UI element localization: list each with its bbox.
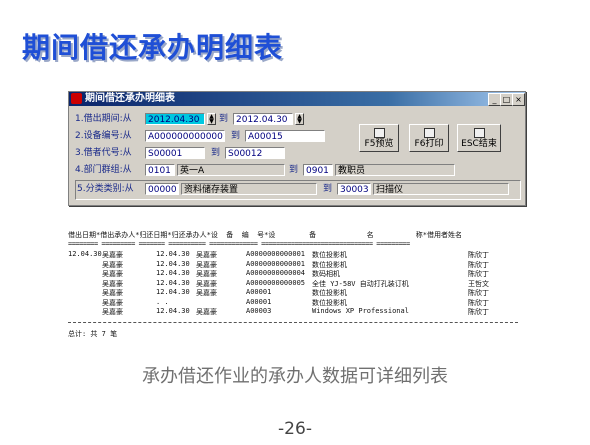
title-bar: 期间借还承办明细表 _ □ × [69,92,525,106]
report-cell-returner: 吴嘉豪 [196,279,217,288]
category-to-name: 扫描仪 [373,183,509,195]
close-button[interactable]: × [512,93,525,106]
table-row: 吴嘉豪 12.04.30 吴嘉豪 A00003 Windows XP Professio… [68,307,524,316]
table-row: 12.04.30 吴嘉豪 12.04.30 吴嘉豪 A0000000000001 数位投影… [68,250,524,259]
report-cell-borrower: 陈欣丁 [468,260,489,269]
report-cell-return-date: 12.04.30 [156,307,190,315]
page-number: -26- [278,419,312,439]
department-to-code-field[interactable]: 0901 [303,164,333,176]
report-cell-returner: 吴嘉豪 [196,308,217,316]
report-cell-device-name: 数位投影机 [312,260,347,269]
report-cell-device-no: A00001 [246,297,272,306]
borrow-date-from-field[interactable]: 2012.04.30 [145,113,205,125]
report-cell-return-date: 12.04.30 [156,288,190,296]
table-row: 吴嘉豪 12.04.30 吴嘉豪 A0000000000001 数位投影机 陈欣丁 [68,260,524,269]
report-cell-lender: 吴嘉豪 [102,260,123,269]
report-cell-device-name: 数位投影机 [312,298,347,307]
report-cell-borrower: 陈欣丁 [468,298,489,307]
report-cell-device-name: Windows XP Professional [312,307,409,315]
report-cell-lender: 吴嘉豪 [102,279,123,288]
printer-icon [423,128,435,138]
department-to-name: 教职员 [335,164,455,176]
report-cell-borrower: 陈欣丁 [468,251,489,259]
print-button-label: F6打印 [414,139,444,149]
borrower-code-to-field[interactable]: S00012 [225,147,285,159]
report-cell-lender: 吴嘉豪 [102,270,123,278]
report-cell-return-date: 12.04.30 [156,250,190,258]
exit-button-label: ESC结束 [461,139,497,149]
category-label: 5.分类类别:从 [77,184,134,194]
report-cell-borrower: 陈欣丁 [468,270,489,278]
window-title: 期间借还承办明细表 [85,93,175,104]
report-cell-return-date: 12.04.30 [156,259,190,268]
exit-icon [473,128,485,138]
report-cell-date: 12.04.30 [68,250,102,258]
borrow-date-to-spinner[interactable]: ▲ ▼ [295,113,304,125]
table-row: 吴嘉豪 12.04.30 吴嘉豪 A0000000000004 数码相机 陈欣丁 [68,269,524,278]
report-cell-device-no: A0000000000004 [246,269,306,277]
exit-button[interactable]: ESC结束 [457,124,501,152]
report-separator: ======== ========= ======= ========== ==… [68,240,410,248]
borrow-date-to-field[interactable]: 2012.04.30 [233,113,293,125]
device-no-to-label: 到 [231,131,241,141]
borrower-code-to-label: 到 [211,148,221,158]
preview-icon [373,128,385,138]
borrower-code-label: 3.借者代号:从 [75,148,132,158]
report-dialog: 期间借还承办明细表 _ □ × 1.借出期间:从 2012.04.30 ▲ ▼ 到… [68,91,526,206]
report-cell-device-no: A0000000000001 [246,259,306,268]
slide-caption: 承办借还作业的承办人数据可详细列表 [142,366,448,387]
report-cell-device-name: 数位投影机 [312,289,347,297]
table-row: 吴嘉豪 12.04.30 吴嘉豪 A00001 数位投影机 陈欣丁 [68,288,524,297]
print-button[interactable]: F6打印 [409,124,449,152]
report-cell-device-name: 数位投影机 [312,251,347,259]
borrow-date-label: 1.借出期间:从 [75,114,132,124]
report-cell-borrower: 陈欣丁 [468,308,489,316]
department-to-label: 到 [289,165,299,175]
borrow-date-to-label: 到 [219,114,229,124]
table-row: 吴嘉豪 . . A00001 数位投影机 陈欣丁 [68,298,524,307]
report-cell-lender: 吴嘉豪 [102,298,123,307]
report-divider [68,322,518,323]
report-cell-returner: 吴嘉豪 [196,289,217,297]
table-row: 吴嘉豪 12.04.30 吴嘉豪 A0000000000005 全佳 YJ-58V 自动… [68,279,524,288]
report-cell-returner: 吴嘉豪 [196,270,217,278]
report-cell-returner: 吴嘉豪 [196,251,217,259]
report-cell-return-date: . . [156,297,169,306]
report-cell-device-name: 全佳 YJ-58V 自动打孔装订机 [312,279,409,288]
report-cell-borrower: 王哲文 [468,279,489,288]
department-from-name: 英一A [177,164,285,176]
slide-title: 期间借还承办明细表 [22,31,284,64]
category-to-code-field[interactable]: 30003 [337,183,371,195]
report-cell-returner: 吴嘉豪 [196,260,217,269]
report-total: 总计: 共 7 笔 [68,330,118,338]
preview-button-label: F5预览 [364,139,394,149]
report-cell-device-no: A00003 [246,307,272,315]
report-cell-borrower: 陈欣丁 [468,289,489,297]
borrower-code-from-field[interactable]: S00001 [145,147,205,159]
report-cell-lender: 吴嘉豪 [102,289,123,297]
category-from-name: 资料储存装置 [181,183,317,195]
device-no-to-field[interactable]: A00015 [245,130,325,142]
department-from-code-field[interactable]: 0101 [145,164,175,176]
borrow-date-from-spinner[interactable]: ▲ ▼ [207,113,216,125]
category-to-label: 到 [323,184,333,194]
department-label: 4.部门群组:从 [75,165,132,175]
report-cell-device-no: A00001 [246,288,272,296]
device-no-from-field[interactable]: A0000000000001 [145,130,225,142]
device-no-label: 2.设备编号:从 [75,131,132,141]
report-cell-device-name: 数码相机 [312,270,340,278]
report-cell-lender: 吴嘉豪 [102,308,123,316]
report-cell-lender: 吴嘉豪 [102,251,123,259]
report-cell-device-no: A0000000000005 [246,278,306,287]
report-cell-return-date: 12.04.30 [156,269,190,277]
report-cell-device-no: A0000000000001 [246,250,306,258]
category-from-code-field[interactable]: 00000 [145,183,179,195]
report-cell-return-date: 12.04.30 [156,278,190,287]
report-header: 借出日期*借出承办人*归还日期*归还承办人*设 备 编 号*设 备 名 称*借用… [68,231,463,239]
preview-button[interactable]: F5预览 [359,124,399,152]
app-icon [71,93,82,104]
